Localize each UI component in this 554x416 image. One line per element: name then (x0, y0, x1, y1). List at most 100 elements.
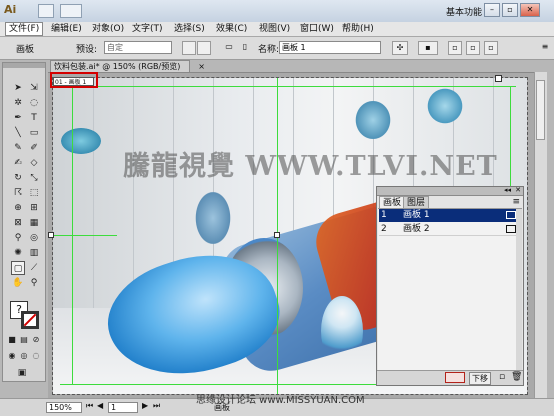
list-item[interactable]: 2 画板 2 (379, 223, 519, 236)
landscape-icon[interactable] (197, 41, 211, 55)
artboard-name-field[interactable]: 画板 1 (279, 41, 381, 54)
artboard-options-icon[interactable]: ▫ (448, 41, 462, 55)
free-transform-tool-icon[interactable]: ⬚ (27, 186, 41, 200)
artboard-tool-icon[interactable]: ▢ (11, 261, 25, 275)
menu-type[interactable]: 文字(T) (129, 22, 166, 36)
workspace-switcher[interactable]: 基本功能 (446, 5, 482, 18)
color-mode-icon[interactable]: ■ (7, 335, 17, 345)
column-graph-tool-icon[interactable]: ▥ (27, 246, 41, 260)
type-tool-icon[interactable]: T (27, 111, 41, 125)
list-item[interactable]: 1 画板 1 (379, 209, 519, 222)
minimize-button[interactable]: – (484, 3, 500, 17)
mesh-tool-icon[interactable]: ⊠ (11, 216, 25, 230)
selection-tool-icon[interactable]: ➤ (11, 81, 25, 95)
new-artboard-icon[interactable]: ▫ (499, 372, 505, 382)
menu-select[interactable]: 选择(S) (171, 22, 208, 36)
draw-behind-icon[interactable]: ◎ (19, 351, 29, 361)
close-button[interactable]: ✕ (520, 3, 540, 17)
collapse-panel-icon[interactable]: ◂◂ (504, 186, 511, 194)
panel-menu-icon[interactable]: ≡ (512, 197, 520, 207)
new-artboard-icon[interactable]: ▭ (222, 41, 236, 55)
rotate-tool-icon[interactable]: ↻ (11, 171, 25, 185)
artboard-center-handle[interactable] (274, 232, 280, 238)
close-panel-icon[interactable]: ✕ (515, 186, 521, 194)
vertical-scroll-thumb[interactable] (536, 80, 545, 140)
artboard-list: 1 画板 1 2 画板 2 (378, 208, 522, 373)
menu-help[interactable]: 帮助(H) (339, 22, 377, 36)
portrait-icon[interactable] (182, 41, 196, 55)
artboards-panel: ◂◂ ✕ 画板 图层 ≡ 1 画板 1 2 画板 2 下移 ▫ 🗑 (376, 186, 524, 386)
eraser-tool-icon[interactable]: ◇ (27, 156, 41, 170)
vertical-scrollbar[interactable] (534, 72, 547, 398)
menu-edit[interactable]: 编辑(E) (48, 22, 85, 36)
menu-bar: 文件(F) 编辑(E) 对象(O) 文字(T) 选择(S) 效果(C) 视图(V… (0, 22, 554, 37)
panel-title-bar[interactable]: ◂◂ ✕ (377, 186, 523, 196)
menu-view[interactable]: 视图(V) (256, 22, 293, 36)
magic-wand-tool-icon[interactable]: ✲ (11, 96, 25, 110)
move-down-button[interactable]: 下移 (469, 372, 491, 385)
page-field[interactable]: 1 (108, 402, 138, 413)
blend-tool-icon[interactable]: ◎ (27, 231, 41, 245)
pencil-tool-icon[interactable]: ✐ (27, 141, 41, 155)
document-tab[interactable]: 饮料包装.ai* @ 150% (RGB/预览) × (50, 60, 205, 72)
menu-file[interactable]: 文件(F) (5, 22, 44, 36)
perspective-grid-tool-icon[interactable]: ⊞ (27, 201, 41, 215)
prev-page-icon[interactable]: ◀ (97, 401, 103, 410)
menu-object[interactable]: 对象(O) (89, 22, 127, 36)
show-center-icon[interactable]: ▫ (466, 41, 480, 55)
reference-point-icon[interactable]: ▪ (418, 41, 438, 55)
artboard-side-handle-left[interactable] (48, 232, 54, 238)
delete-artboard-icon[interactable]: ▯ (238, 41, 252, 55)
draw-inside-icon[interactable]: ◌ (31, 351, 41, 361)
scale-tool-icon[interactable]: ⤡ (27, 171, 41, 185)
paintbrush-tool-icon[interactable]: ✎ (11, 141, 25, 155)
close-tab-icon[interactable]: × (198, 61, 205, 73)
symbol-sprayer-tool-icon[interactable]: ✺ (11, 246, 25, 260)
next-page-icon[interactable]: ▶ (142, 401, 148, 410)
artboard-options-icon[interactable] (506, 211, 516, 219)
hand-tool-icon[interactable]: ✋ (11, 276, 25, 290)
menu-window[interactable]: 窗口(W) (297, 22, 337, 36)
screen-mode-icon[interactable]: ▣ (15, 366, 29, 380)
artboard-close-handle[interactable] (495, 75, 502, 82)
shape-builder-tool-icon[interactable]: ⊕ (11, 201, 25, 215)
status-bar: 150% ⏮ ◀ 1 ▶ ⏭ 画板 思缘设计论坛 www.MISSYUAN.CO… (0, 395, 554, 416)
arrange-documents-icon[interactable] (60, 4, 82, 18)
show-crosshairs-icon[interactable]: ▫ (484, 41, 498, 55)
bridge-icon[interactable] (38, 4, 54, 18)
first-page-icon[interactable]: ⏮ (86, 401, 93, 411)
zoom-field[interactable]: 150% (46, 402, 82, 413)
line-tool-icon[interactable]: ╲ (11, 126, 25, 140)
move-up-button[interactable] (445, 372, 465, 383)
lasso-tool-icon[interactable]: ◌ (27, 96, 41, 110)
document-tab-title: 饮料包装.ai* @ 150% (RGB/预览) (54, 62, 181, 71)
direct-selection-tool-icon[interactable]: ⇲ (27, 81, 41, 95)
menu-effect[interactable]: 效果(C) (213, 22, 250, 36)
gradient-mode-icon[interactable]: ▤ (19, 335, 29, 345)
eyedropper-tool-icon[interactable]: ⚲ (11, 231, 25, 245)
draw-normal-icon[interactable]: ◉ (7, 351, 17, 361)
warp-tool-icon[interactable]: ☈ (11, 186, 25, 200)
none-mode-icon[interactable]: ⊘ (31, 335, 41, 345)
move-with-artboard-icon[interactable]: ✣ (392, 41, 408, 55)
last-page-icon[interactable]: ⏭ (153, 401, 160, 411)
panel-menu-icon[interactable]: ≡ (538, 41, 552, 55)
artboard-name: 画板 1 (403, 210, 430, 220)
rectangle-tool-icon[interactable]: ▭ (27, 126, 41, 140)
preset-select[interactable]: 自定 (104, 41, 172, 54)
slice-tool-icon[interactable]: ⟋ (27, 261, 41, 275)
stroke-swatch[interactable] (21, 311, 39, 329)
gradient-tool-icon[interactable]: ▦ (27, 216, 41, 230)
zoom-tool-icon[interactable]: ⚲ (27, 276, 41, 290)
artboard-options-icon[interactable] (506, 225, 516, 233)
artboard-number: 2 (381, 224, 387, 234)
highlight-box (50, 72, 98, 88)
title-bar: Ai 基本功能 ▼ – ▫ ✕ (0, 0, 554, 23)
list-scrollbar[interactable] (516, 209, 522, 373)
blob-brush-tool-icon[interactable]: ✍ (11, 156, 25, 170)
pen-tool-icon[interactable]: ✒ (11, 111, 25, 125)
restore-button[interactable]: ▫ (502, 3, 518, 17)
artboard-number: 1 (381, 210, 387, 220)
tools-panel-grip[interactable] (3, 63, 45, 68)
delete-artboard-icon[interactable]: 🗑 (511, 372, 522, 382)
